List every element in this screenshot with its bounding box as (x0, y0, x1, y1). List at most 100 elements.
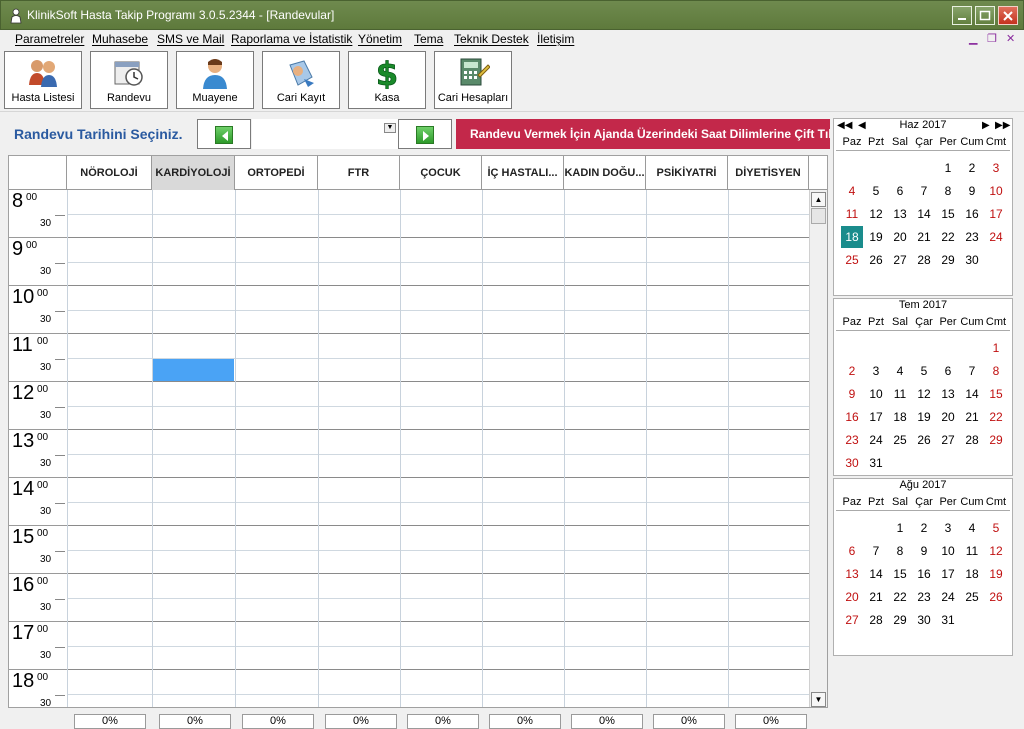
calendar-day[interactable]: 12 (913, 383, 935, 405)
close-button[interactable] (998, 6, 1018, 25)
calendar-day[interactable]: 28 (865, 609, 887, 631)
scroll-down-icon[interactable]: ▼ (811, 692, 826, 707)
menu-muhasebe[interactable]: Muhasebe (92, 32, 148, 46)
calendar-day[interactable]: 21 (961, 406, 983, 428)
calendar-day[interactable]: 30 (913, 609, 935, 631)
schedule-body[interactable]: 8 00 30 9 00 30 10 00 30 11 00 30 12 00 30 13 00 30 14 00 30… (9, 190, 809, 707)
scroll-thumb[interactable] (811, 208, 826, 224)
calendar-day[interactable]: 12 (865, 203, 887, 225)
calendar-day[interactable]: 14 (865, 563, 887, 585)
calendar-day[interactable]: 7 (913, 180, 935, 202)
calendar-day[interactable]: 24 (985, 226, 1007, 248)
date-select[interactable]: ▼ (252, 119, 398, 149)
calendar-day[interactable]: 6 (841, 540, 863, 562)
mdi-restore-icon[interactable]: ❐ (987, 32, 997, 45)
calendar-day[interactable]: 20 (841, 586, 863, 608)
calendar-day[interactable]: 18 (841, 226, 863, 248)
calendar-day[interactable]: 12 (985, 540, 1007, 562)
calendar-day[interactable]: 5 (913, 360, 935, 382)
calendar-day[interactable]: 25 (841, 249, 863, 271)
calendar-day[interactable]: 25 (889, 429, 911, 451)
calendar-day[interactable]: 1 (937, 157, 959, 179)
calendar-day[interactable]: 17 (865, 406, 887, 428)
maximize-button[interactable] (975, 6, 995, 25)
column-header[interactable]: ÇOCUK (400, 156, 482, 190)
calendar-day[interactable]: 24 (937, 586, 959, 608)
muayene-button[interactable]: Muayene (176, 51, 254, 109)
menu-yonetim[interactable]: Yönetim (358, 32, 402, 46)
dropdown-arrow-icon[interactable]: ▼ (384, 123, 396, 133)
calendar-day[interactable]: 14 (961, 383, 983, 405)
calendar-day[interactable]: 8 (985, 360, 1007, 382)
calendar-day[interactable]: 28 (913, 249, 935, 271)
calendar-day[interactable]: 20 (937, 406, 959, 428)
cari-kayit-button[interactable]: Cari Kayıt (262, 51, 340, 109)
column-header[interactable]: KARDİYOLOJİ (152, 156, 235, 190)
calendar-day[interactable]: 23 (961, 226, 983, 248)
menu-sms-mail[interactable]: SMS ve Mail (157, 32, 224, 46)
calendar-day[interactable]: 17 (937, 563, 959, 585)
kasa-button[interactable]: $ Kasa (348, 51, 426, 109)
calendar-day[interactable]: 9 (841, 383, 863, 405)
calendar-day[interactable]: 31 (865, 452, 887, 474)
calendar-day[interactable]: 1 (985, 337, 1007, 359)
calendar-day[interactable]: 19 (985, 563, 1007, 585)
calendar-day[interactable]: 23 (913, 586, 935, 608)
calendar-day[interactable]: 11 (841, 203, 863, 225)
calendar-day[interactable]: 28 (961, 429, 983, 451)
calendar-day[interactable]: 15 (985, 383, 1007, 405)
calendar-day[interactable]: 29 (937, 249, 959, 271)
selected-time-slot[interactable] (152, 359, 234, 382)
calendar-day[interactable]: 14 (913, 203, 935, 225)
calendar-day[interactable]: 6 (937, 360, 959, 382)
calendar-day[interactable]: 5 (985, 517, 1007, 539)
menu-raporlama[interactable]: Raporlama ve İstatistik (231, 32, 352, 46)
calendar-day[interactable]: 22 (889, 586, 911, 608)
calendar-day[interactable]: 30 (961, 249, 983, 271)
column-header[interactable]: PSİKİYATRİ (646, 156, 728, 190)
calendar-day[interactable]: 18 (961, 563, 983, 585)
next-month-icon[interactable]: ▶ (982, 120, 990, 131)
calendar-day[interactable]: 11 (961, 540, 983, 562)
calendar-day[interactable]: 15 (937, 203, 959, 225)
calendar-day[interactable]: 15 (889, 563, 911, 585)
calendar-day[interactable]: 13 (889, 203, 911, 225)
calendar-day[interactable]: 4 (961, 517, 983, 539)
calendar-day[interactable]: 16 (841, 406, 863, 428)
calendar-day[interactable]: 29 (985, 429, 1007, 451)
menu-iletisim[interactable]: İletişim (537, 32, 574, 46)
calendar-day[interactable]: 22 (985, 406, 1007, 428)
calendar-day[interactable]: 3 (865, 360, 887, 382)
calendar-day[interactable]: 19 (913, 406, 935, 428)
menu-parametreler[interactable]: Parametreler (15, 32, 84, 46)
calendar-day[interactable]: 16 (961, 203, 983, 225)
calendar-day[interactable]: 5 (865, 180, 887, 202)
calendar-day[interactable]: 4 (889, 360, 911, 382)
next-date-button[interactable] (398, 119, 452, 149)
randevu-button[interactable]: Randevu (90, 51, 168, 109)
calendar-day[interactable]: 9 (961, 180, 983, 202)
minimize-button[interactable] (952, 6, 972, 25)
previous-date-button[interactable] (197, 119, 251, 149)
calendar-day[interactable]: 3 (937, 517, 959, 539)
calendar-day[interactable]: 21 (865, 586, 887, 608)
calendar-day[interactable]: 2 (913, 517, 935, 539)
first-month-icon[interactable]: ◀◀ (837, 120, 852, 131)
calendar-day[interactable]: 8 (937, 180, 959, 202)
menu-teknik-destek[interactable]: Teknik Destek (454, 32, 529, 46)
calendar-day[interactable]: 21 (913, 226, 935, 248)
calendar-day[interactable]: 23 (841, 429, 863, 451)
calendar-day[interactable]: 27 (889, 249, 911, 271)
calendar-day[interactable]: 19 (865, 226, 887, 248)
calendar-day[interactable]: 7 (865, 540, 887, 562)
mdi-minimize-icon[interactable]: ▁ (969, 32, 977, 45)
mdi-close-icon[interactable]: ✕ (1006, 32, 1015, 45)
calendar-day[interactable]: 10 (937, 540, 959, 562)
calendar-day[interactable]: 29 (889, 609, 911, 631)
column-header[interactable]: NÖROLOJİ (67, 156, 152, 190)
calendar-day[interactable]: 27 (841, 609, 863, 631)
calendar-day[interactable]: 9 (913, 540, 935, 562)
calendar-day[interactable]: 26 (865, 249, 887, 271)
calendar-day[interactable]: 26 (985, 586, 1007, 608)
calendar-day[interactable]: 22 (937, 226, 959, 248)
